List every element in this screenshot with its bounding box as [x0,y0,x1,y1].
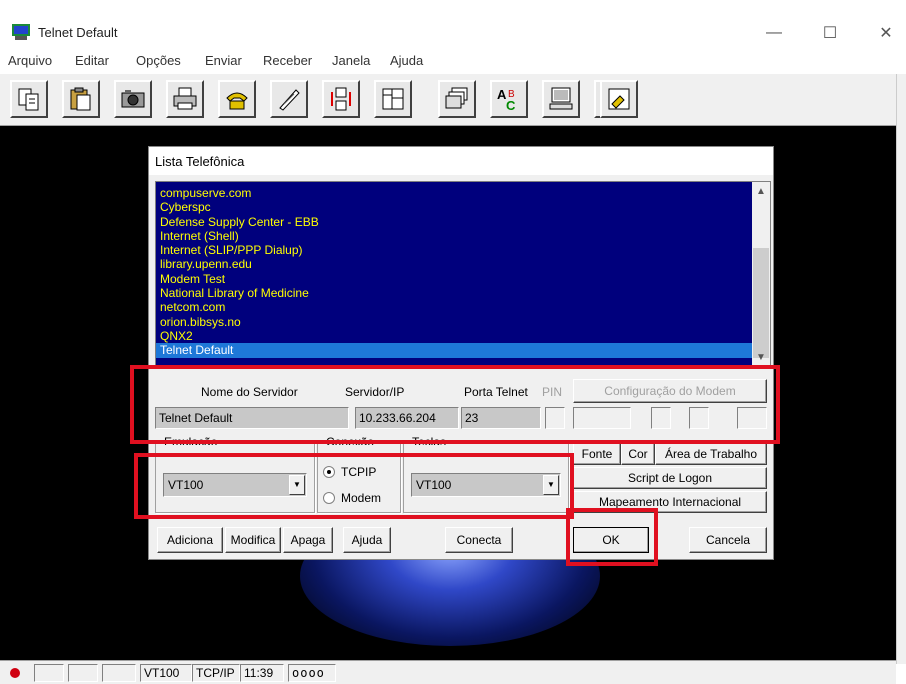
scroll-down-icon[interactable]: ▼ [752,352,770,363]
window-title: Telnet Default [38,25,118,40]
phonebook-entry[interactable]: Telnet Default [156,343,752,358]
server-ip-label: Servidor/IP [345,385,405,399]
radio-modem-label: Modem [341,491,382,505]
menu-editar[interactable]: Editar [75,53,109,68]
minimize-button[interactable]: — [754,18,794,48]
emulation-value: VT100 [168,478,204,492]
status-indicators: oooo [288,664,336,682]
emulation-group-label: Emulação [162,436,220,445]
modem-field-4[interactable] [737,407,767,429]
phonebook-entry[interactable]: compuserve.com [156,186,752,200]
status-emulation: VT100 [140,664,192,682]
maximize-button[interactable]: ☐ [810,18,850,48]
modem-field-1[interactable] [573,407,631,429]
network-icon[interactable] [322,80,360,118]
status-protocol: TCP/IP [192,664,240,682]
scroll-up-icon[interactable]: ▲ [752,186,770,197]
keys-select[interactable]: VT100 ▼ [411,473,561,497]
intl-mapping-button[interactable]: Mapeamento Internacional [573,491,767,513]
modify-button[interactable]: Modifica [225,527,281,553]
spell-icon[interactable]: ABC [490,80,528,118]
print-icon[interactable] [166,80,204,118]
phonebook-entries: compuserve.com Cyberspc Defense Supply Cen… [156,186,752,358]
emulation-select[interactable]: VT100 ▼ [163,473,307,497]
chevron-down-icon[interactable]: ▼ [543,475,559,495]
font-button[interactable]: Fonte [573,443,621,465]
phonebook-entry[interactable]: library.upenn.edu [156,257,752,271]
modem-field-2[interactable] [651,407,671,429]
radio-tcpip[interactable]: TCPIP [323,465,376,479]
ok-button[interactable]: OK [573,527,649,553]
phonebook-entry[interactable]: National Library of Medicine [156,286,752,300]
status-cell-2 [68,664,98,682]
status-cell-1 [34,664,64,682]
phonebook-entry[interactable]: QNX2 [156,329,752,343]
scroll-thumb[interactable] [753,248,769,358]
modem-field-3[interactable] [689,407,709,429]
menu-opcoes[interactable]: Opções [136,53,181,68]
phonebook-entry[interactable]: Internet (Shell) [156,229,752,243]
connect-button[interactable]: Conecta [445,527,513,553]
radio-modem[interactable]: Modem [323,491,381,505]
phonebook-entry[interactable]: Cyberspc [156,200,752,214]
dialog-title: Lista Telefônica [149,147,773,175]
status-cell-3 [102,664,136,682]
window-scrollbar[interactable] [896,74,906,664]
radio-modem-dot[interactable] [323,492,335,504]
chevron-down-icon[interactable]: ▼ [289,475,305,495]
phonebook-entry[interactable]: Defense Supply Center - EBB [156,215,752,229]
server-name-label: Nome do Servidor [201,385,298,399]
menu-receber[interactable]: Receber [263,53,312,68]
connection-led-icon [10,668,20,678]
keys-value: VT100 [416,478,452,492]
telnet-port-field[interactable]: 23 [461,407,541,429]
pin-field[interactable] [545,407,565,429]
hangup-icon[interactable] [270,80,308,118]
paste-icon[interactable] [62,80,100,118]
help-button[interactable]: Ajuda [343,527,391,553]
menu-janela[interactable]: Janela [332,53,370,68]
pin-label: PIN [542,385,563,399]
svg-text:C: C [506,98,516,112]
title-bar: Telnet Default — ☐ ✕ [0,8,906,50]
server-ip-field[interactable]: 10.233.66.204 [355,407,459,429]
delete-button[interactable]: Apaga [283,527,333,553]
phonebook-entry[interactable]: Internet (SLIP/PPP Dialup) [156,243,752,257]
keys-group-label: Teclas [410,436,449,445]
phone-icon[interactable] [218,80,256,118]
layout-icon[interactable] [374,80,412,118]
logon-script-button[interactable]: Script de Logon [573,467,767,489]
menu-bar: Arquivo Editar Opções Enviar Receber Jan… [0,50,906,72]
stack-icon[interactable] [438,80,476,118]
menu-ajuda[interactable]: Ajuda [390,53,423,68]
menu-enviar[interactable]: Enviar [205,53,242,68]
desktop-area-button[interactable]: Área de Trabalho [655,443,767,465]
copy-icon[interactable] [10,80,48,118]
phonebook-entry[interactable]: orion.bibsys.no [156,315,752,329]
camera-icon[interactable] [114,80,152,118]
add-button[interactable]: Adiciona [157,527,223,553]
server-name-field[interactable]: Telnet Default [155,407,349,429]
telnet-port-label: Porta Telnet [464,385,528,399]
list-scrollbar[interactable]: ▲ ▼ [752,182,770,366]
close-button[interactable]: ✕ [866,18,906,48]
modem-config-button[interactable]: Configuração do Modem [573,379,767,403]
notes-icon[interactable] [600,80,638,118]
phonebook-dialog: Lista Telefônica compuserve.com Cyberspc D… [148,146,774,560]
phonebook-list[interactable]: compuserve.com Cyberspc Defense Supply Cen… [155,181,771,367]
toolbar: ABC [0,74,896,126]
phonebook-entry[interactable]: netcom.com [156,300,752,314]
radio-tcpip-dot[interactable] [323,466,335,478]
status-bar: VT100 TCP/IP 11:39 oooo [0,660,896,684]
status-time: 11:39 [240,664,284,682]
telnet-app-icon [12,24,30,40]
phonebook-entry[interactable]: Modem Test [156,272,752,286]
monitor-icon[interactable] [542,80,580,118]
menu-arquivo[interactable]: Arquivo [8,53,52,68]
color-button[interactable]: Cor [621,443,655,465]
radio-tcpip-label: TCPIP [341,465,377,479]
cancel-button[interactable]: Cancela [689,527,767,553]
connection-group-label: Conexão [324,436,377,445]
